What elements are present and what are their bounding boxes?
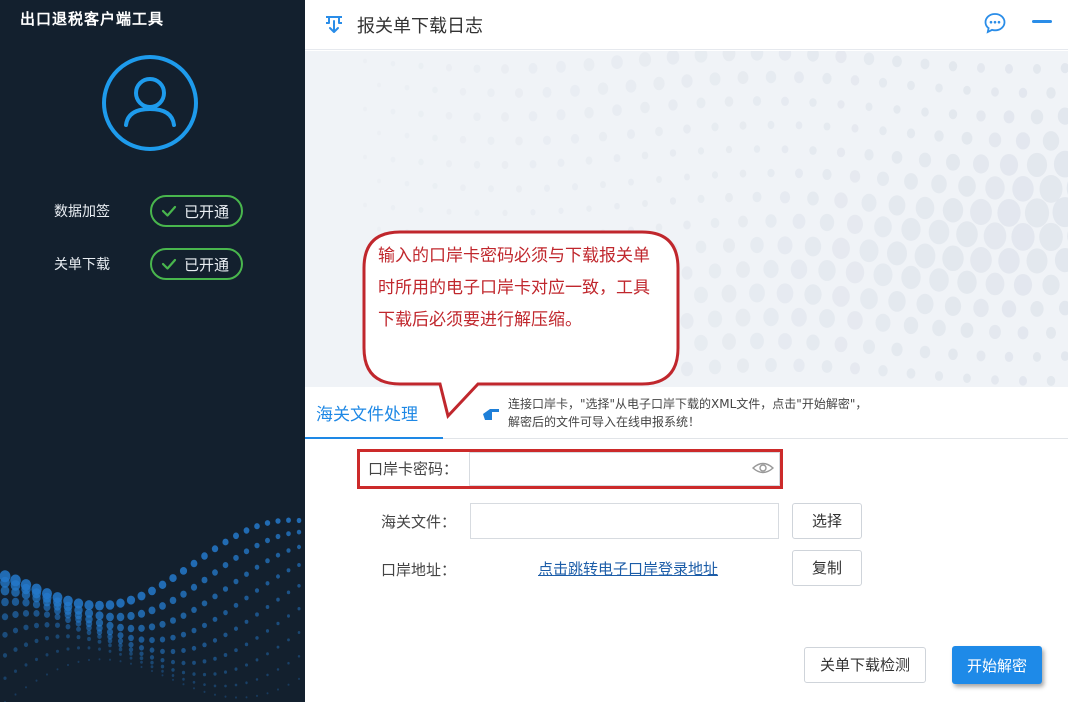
port-address-label: 口岸地址：: [381, 561, 457, 579]
eye-icon[interactable]: [752, 461, 774, 475]
feature-row-data-signing: 数据加签 已开通: [54, 195, 244, 227]
feature-row-declaration-download: 关单下载 已开通: [54, 248, 244, 280]
customs-file-input[interactable]: [470, 503, 779, 539]
feature-label: 关单下载: [54, 257, 110, 273]
sidebar: 出口退税客户端工具 数据加签 已开通 关单下载 已开通: [0, 0, 305, 702]
password-label: 口岸卡密码：: [368, 460, 459, 478]
app-title: 出口退税客户端工具: [20, 10, 165, 28]
chat-icon[interactable]: [983, 11, 1007, 35]
minimize-icon[interactable]: [1032, 20, 1052, 23]
check-icon: [161, 205, 177, 217]
copy-button[interactable]: 复制: [792, 550, 862, 586]
check-icon: [161, 258, 177, 270]
download-check-button[interactable]: 关单下载检测: [804, 647, 926, 683]
download-icon: [326, 16, 342, 33]
title-bar: 报关单下载日志: [305, 0, 1068, 50]
user-avatar-icon[interactable]: [102, 55, 198, 151]
status-text: 已开通: [184, 202, 230, 221]
page-title: 报关单下载日志: [357, 16, 483, 37]
feature-label: 数据加签: [54, 204, 110, 220]
annotation-text: 输入的口岸卡密码必须与下载报关单时所用的电子口岸卡对应一致，工具下载后必须要进行…: [378, 246, 650, 330]
password-input[interactable]: [469, 452, 780, 486]
status-text: 已开通: [184, 255, 230, 274]
port-login-link[interactable]: 点击跳转电子口岸登录地址: [538, 558, 718, 579]
status-badge: 已开通: [150, 195, 244, 227]
decorative-wave-image: [0, 517, 302, 702]
select-file-button[interactable]: 选择: [792, 503, 862, 539]
status-badge: 已开通: [150, 248, 244, 280]
customs-file-label: 海关文件：: [381, 513, 457, 531]
start-decrypt-button[interactable]: 开始解密: [952, 646, 1042, 684]
